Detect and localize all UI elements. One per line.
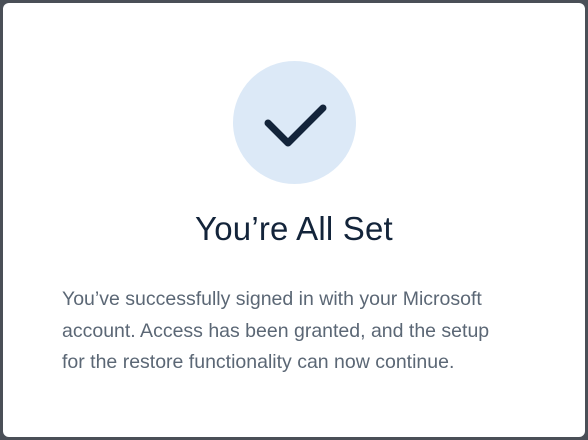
dialog-message-line: account. Access has been granted, and th… (62, 319, 490, 342)
dialog-message-line: You’ve successfully signed in with your … (62, 288, 482, 310)
dialog-message: You’ve successfully signed in with your … (62, 284, 532, 379)
success-badge (233, 61, 356, 184)
checkmark-icon (264, 104, 327, 147)
dialog-message-line: for the restore functionality can now co… (62, 351, 455, 373)
success-dialog: You’re All Set You’ve successfully signe… (3, 3, 585, 437)
dialog-title: You’re All Set (195, 210, 393, 247)
